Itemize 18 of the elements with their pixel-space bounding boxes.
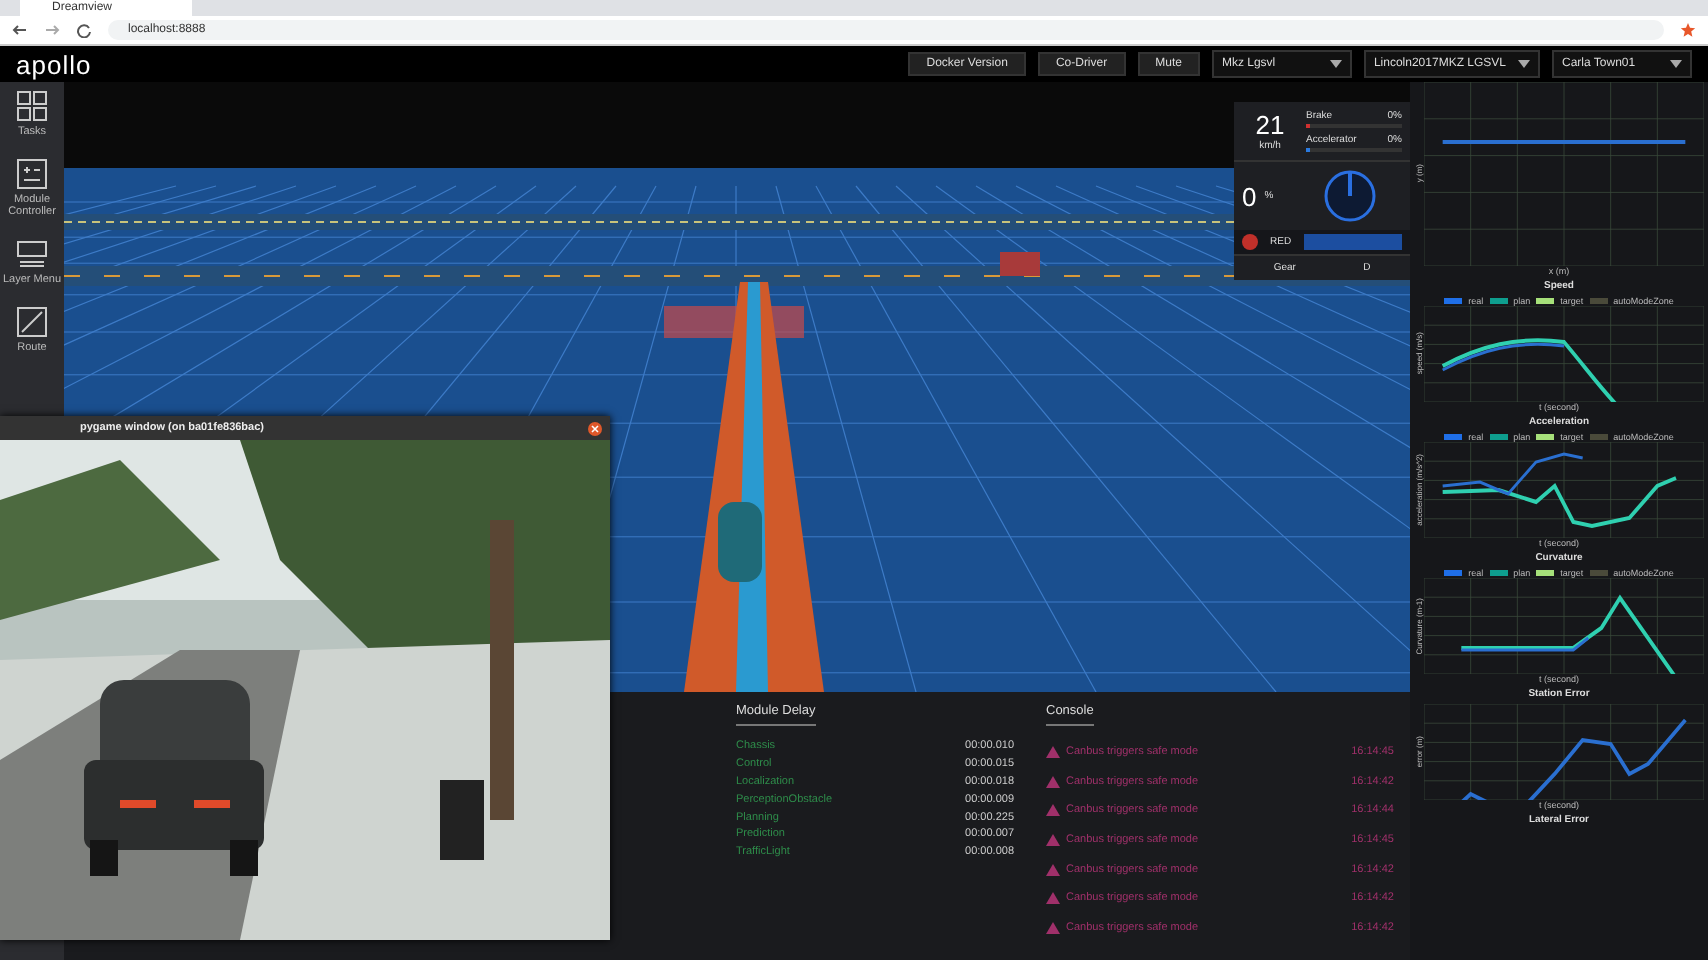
caret-icon xyxy=(1518,60,1530,68)
caret-icon xyxy=(1670,60,1682,68)
route-icon xyxy=(16,306,48,338)
panel-icon xyxy=(16,158,48,190)
warning-icon xyxy=(1046,804,1060,817)
warning-icon xyxy=(1046,863,1060,876)
warning-icon xyxy=(1046,775,1060,788)
warning-icon xyxy=(1046,921,1060,934)
logo: apollo xyxy=(16,49,94,79)
warning-icon xyxy=(1046,892,1060,905)
caret-icon xyxy=(1329,60,1342,68)
back-icon[interactable] xyxy=(12,22,28,38)
reload-icon[interactable] xyxy=(76,22,92,38)
grid-icon xyxy=(16,90,48,122)
warning-icon xyxy=(1046,834,1060,847)
layers-icon xyxy=(16,238,48,270)
star-icon[interactable] xyxy=(1680,22,1696,38)
warning-icon xyxy=(1046,746,1060,759)
